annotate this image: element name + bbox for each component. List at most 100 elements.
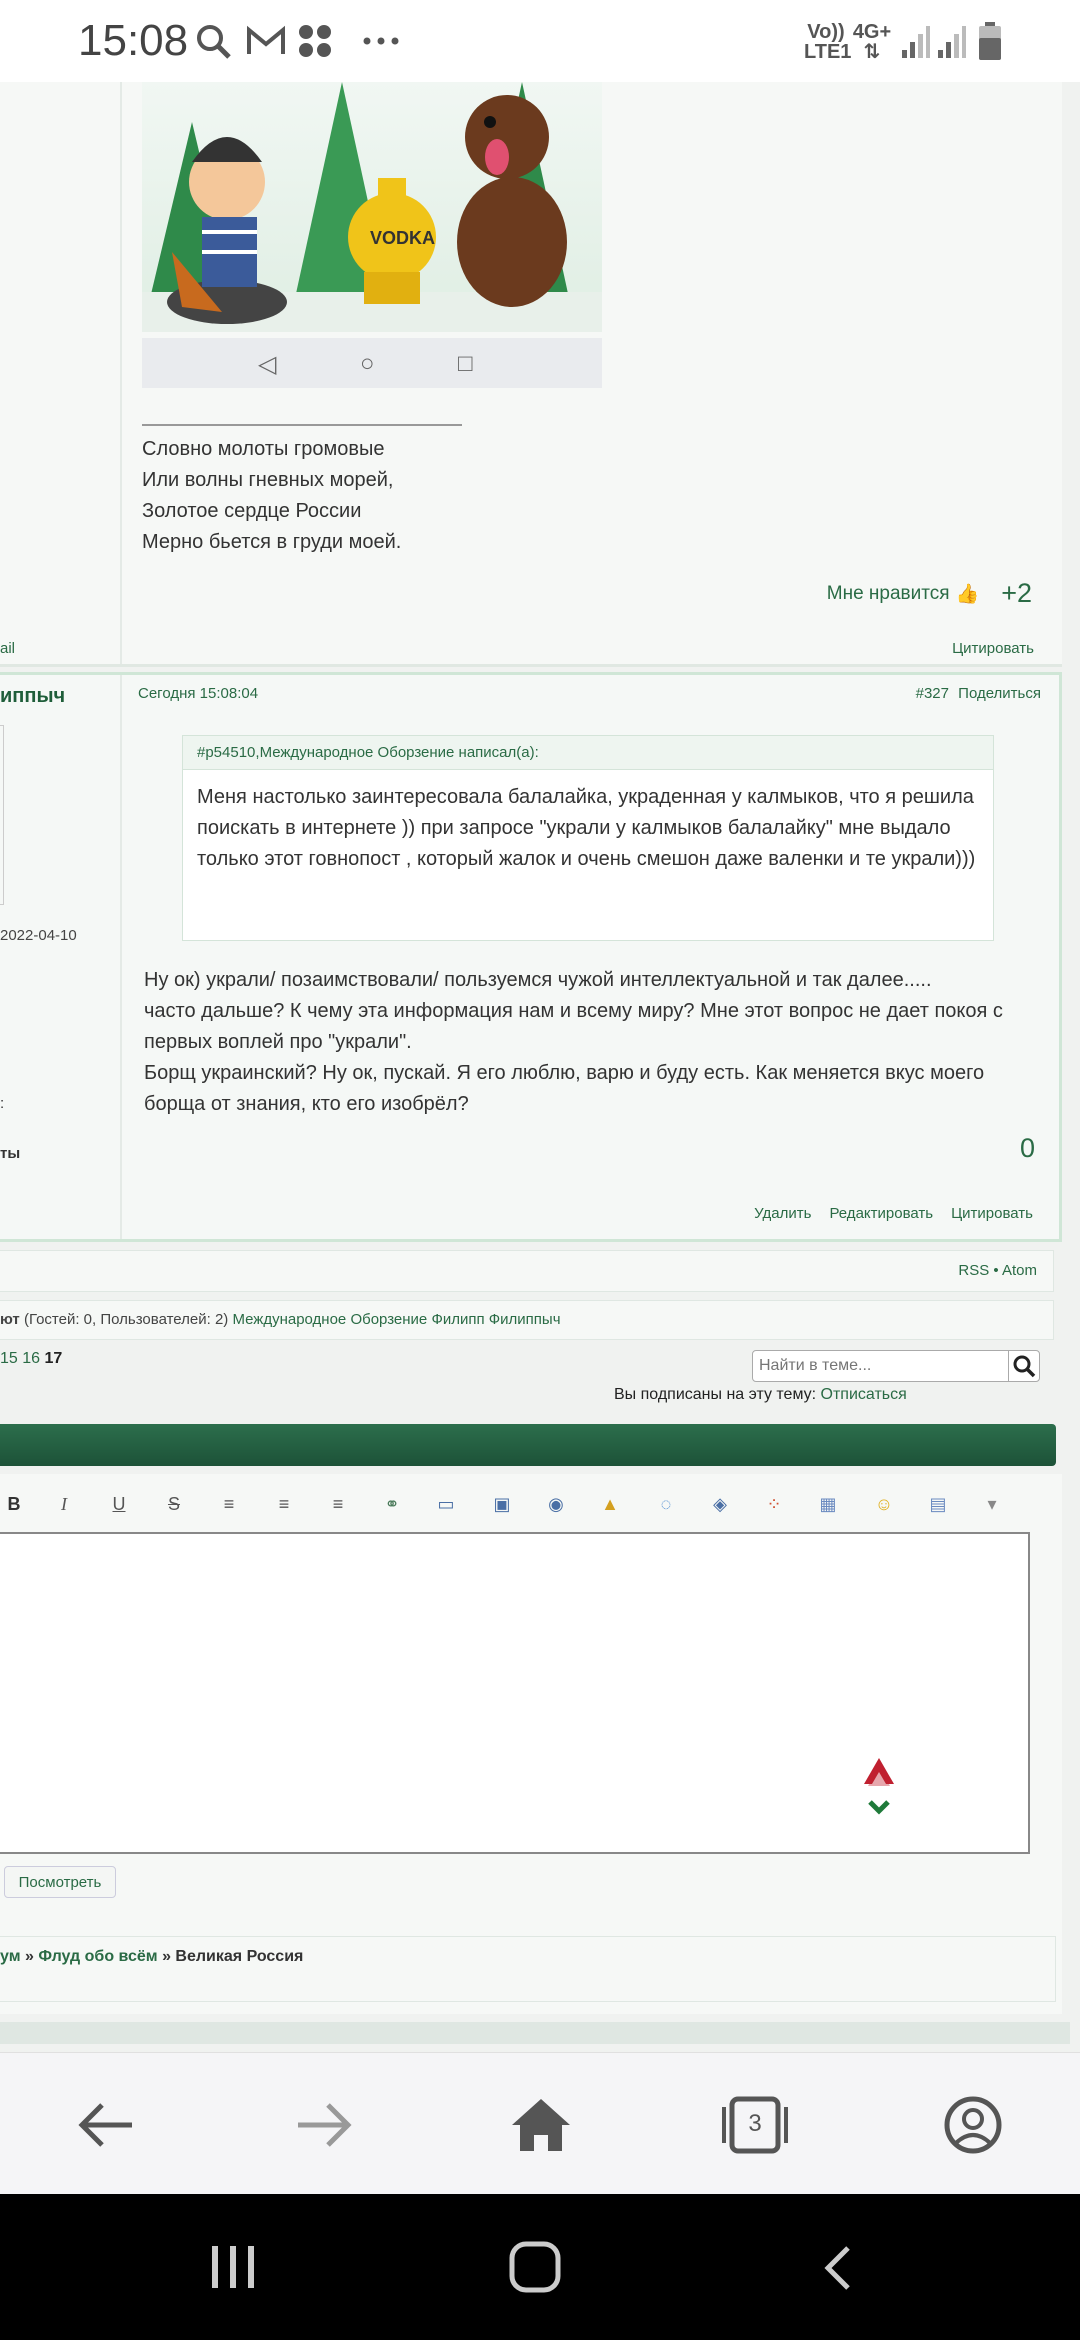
volte-label: Vo)) xyxy=(807,21,845,43)
profile-field: : xyxy=(0,1095,5,1112)
search-icon xyxy=(197,25,231,59)
color-icon[interactable]: ⁘ xyxy=(760,1494,788,1515)
table-icon[interactable]: ▦ xyxy=(814,1494,842,1515)
rss-bar: RSS • Atom xyxy=(0,1250,1054,1292)
breadcrumb-forum[interactable]: ум xyxy=(0,1948,21,1965)
search-icon[interactable] xyxy=(1009,1351,1039,1381)
battery-icon xyxy=(979,22,1001,60)
lock-icon[interactable]: ▲ xyxy=(596,1494,624,1515)
signal-icon-1 xyxy=(902,26,930,58)
home-icon[interactable] xyxy=(506,2095,576,2155)
network-label: 4G+ xyxy=(852,21,892,43)
strikethrough-icon[interactable]: S xyxy=(160,1494,188,1515)
page-link[interactable]: 15 xyxy=(0,1350,18,1367)
breadcrumb-topic: Великая Россия xyxy=(175,1948,304,1965)
rss-links[interactable]: RSS • Atom xyxy=(958,1262,1037,1279)
breadcrumb-category[interactable]: Флуд обо всём xyxy=(38,1948,157,1965)
book-icon[interactable]: ▭ xyxy=(432,1494,460,1515)
link-icon[interactable]: ⚭ xyxy=(378,1494,406,1515)
lte-label: LTE1 xyxy=(804,41,852,63)
status-time: 15:08 xyxy=(78,16,189,65)
unsubscribe-link[interactable]: Отписаться xyxy=(821,1386,907,1403)
like-button[interactable]: Мне нравится xyxy=(827,583,950,605)
video-icon[interactable]: ◉ xyxy=(542,1494,570,1515)
signal-icon-2 xyxy=(938,26,966,58)
browser-nav-bar: 3 xyxy=(0,2052,1080,2194)
delete-link[interactable]: Удалить xyxy=(754,1205,811,1222)
align-right-icon[interactable]: ≡ xyxy=(324,1494,352,1515)
forward-arrow-icon[interactable] xyxy=(288,2095,358,2155)
signature-line: Или волны гневных морей, xyxy=(142,469,394,491)
volte-indicator: Vo)) LTE1 xyxy=(804,21,852,63)
post-divider xyxy=(120,675,122,1239)
meme-illustration: VODKA xyxy=(142,82,602,332)
current-page: 17 xyxy=(44,1350,63,1367)
signature-divider xyxy=(142,424,462,426)
quote-header[interactable]: #p54510,Международное Оборзение написал(… xyxy=(183,736,993,770)
online-counts: (Гостей: 0, Пользователей: 2) xyxy=(23,1311,229,1328)
like-count: +2 xyxy=(1001,578,1032,608)
data-arrows-icon: ⇅ xyxy=(863,41,881,63)
profile-link[interactable]: ail xyxy=(0,640,15,657)
chevron-down-icon[interactable]: ▾ xyxy=(978,1494,1006,1515)
post-2: иппыч 2022-04-10 : ты Сегодня 15:08:04 #… xyxy=(0,672,1062,1242)
post-number[interactable]: #327 xyxy=(916,685,949,702)
align-center-icon[interactable]: ≡ xyxy=(270,1494,298,1515)
italic-icon[interactable]: I xyxy=(50,1494,78,1515)
code-icon[interactable]: ◈ xyxy=(706,1494,734,1515)
subscription-status: Вы подписаны на эту тему: Отписаться xyxy=(614,1386,907,1404)
registration-date: 2022-04-10 xyxy=(0,927,77,944)
smiley-icon[interactable]: ☺ xyxy=(870,1494,898,1515)
thumbs-up-icon[interactable]: 👍 xyxy=(956,582,980,606)
meme-vodka-text: VODKA xyxy=(370,228,435,248)
post-date[interactable]: Сегодня 15:08:04 xyxy=(138,685,258,702)
share-link[interactable]: Поделиться xyxy=(958,685,1041,702)
post-paragraph: Борщ украинский? Ну ок, пускай. Я его лю… xyxy=(144,1062,985,1115)
bold-icon[interactable]: B xyxy=(0,1494,28,1515)
quote-link[interactable]: Цитировать xyxy=(952,640,1034,657)
post-score: 0 xyxy=(1019,1133,1035,1163)
home-button-icon[interactable] xyxy=(508,2240,562,2294)
reply-editor: B I U S ≡ ≡ ≡ ⚭ ▭ ▣ ◉ ▲ ◌ ◈ ⁘ ▦ ☺ ▤ ▾ xyxy=(0,1474,1062,2014)
breadcrumb-box xyxy=(0,1936,1056,2002)
system-nav-bar xyxy=(0,2194,1080,2340)
signature: Словно молоты громовые Или волны гневных… xyxy=(142,434,401,558)
quote-link[interactable]: Цитировать xyxy=(951,1205,1033,1222)
apps-icon xyxy=(299,25,331,57)
network-indicator: 4G+ ⇅ xyxy=(852,22,892,62)
back-button-icon[interactable] xyxy=(822,2244,854,2292)
recent-apps-icon[interactable] xyxy=(210,2242,258,2292)
more-icon xyxy=(363,37,399,45)
signature-line: Словно молоты громовые xyxy=(142,438,385,460)
image-nav-bar: ◁ ○ □ xyxy=(142,338,602,388)
align-left-icon[interactable]: ≡ xyxy=(215,1494,243,1515)
topic-search-input[interactable] xyxy=(753,1351,1009,1381)
underline-icon[interactable]: U xyxy=(105,1494,133,1515)
image-icon[interactable]: ▣ xyxy=(488,1494,516,1515)
page-link[interactable]: 16 xyxy=(22,1350,40,1367)
preview-button[interactable]: Посмотреть xyxy=(4,1866,116,1898)
status-bar: 15:08 Vo)) LTE1 4G+ ⇅ xyxy=(0,0,1080,82)
scroll-top-icon[interactable] xyxy=(862,1756,896,1818)
home-circle-icon: ○ xyxy=(360,350,375,377)
online-label: ют xyxy=(0,1311,20,1328)
pagination: 15 16 17 xyxy=(0,1350,62,1368)
quote-body: Меня настолько заинтересовала балалайка,… xyxy=(197,786,976,870)
back-triangle-icon: ◁ xyxy=(258,351,277,378)
topic-search xyxy=(752,1350,1040,1382)
post-author[interactable]: иппыч xyxy=(0,685,65,708)
subscription-label: Вы подписаны на эту тему: xyxy=(614,1386,817,1403)
edit-link[interactable]: Редактировать xyxy=(829,1205,933,1222)
account-icon[interactable] xyxy=(938,2095,1008,2155)
tabs-button[interactable]: 3 xyxy=(720,2095,790,2155)
editor-toolbar: B I U S ≡ ≡ ≡ ⚭ ▭ ▣ ◉ ▲ ◌ ◈ ⁘ ▦ ☺ ▤ ▾ xyxy=(0,1494,1040,1524)
online-users-bar: ют (Гостей: 0, Пользователей: 2) Междуна… xyxy=(0,1300,1054,1340)
avatar xyxy=(0,725,4,905)
attach-icon[interactable]: ▤ xyxy=(924,1494,952,1515)
speech-bubble-icon[interactable]: ◌ xyxy=(652,1494,680,1515)
online-users[interactable]: Международное Оборзение Филипп Филиппыч xyxy=(232,1311,560,1328)
back-arrow-icon[interactable] xyxy=(72,2095,142,2155)
meme-image[interactable]: VODKA xyxy=(142,82,602,332)
gmail-icon xyxy=(247,25,285,54)
quote-block: #p54510,Международное Оборзение написал(… xyxy=(182,735,994,941)
